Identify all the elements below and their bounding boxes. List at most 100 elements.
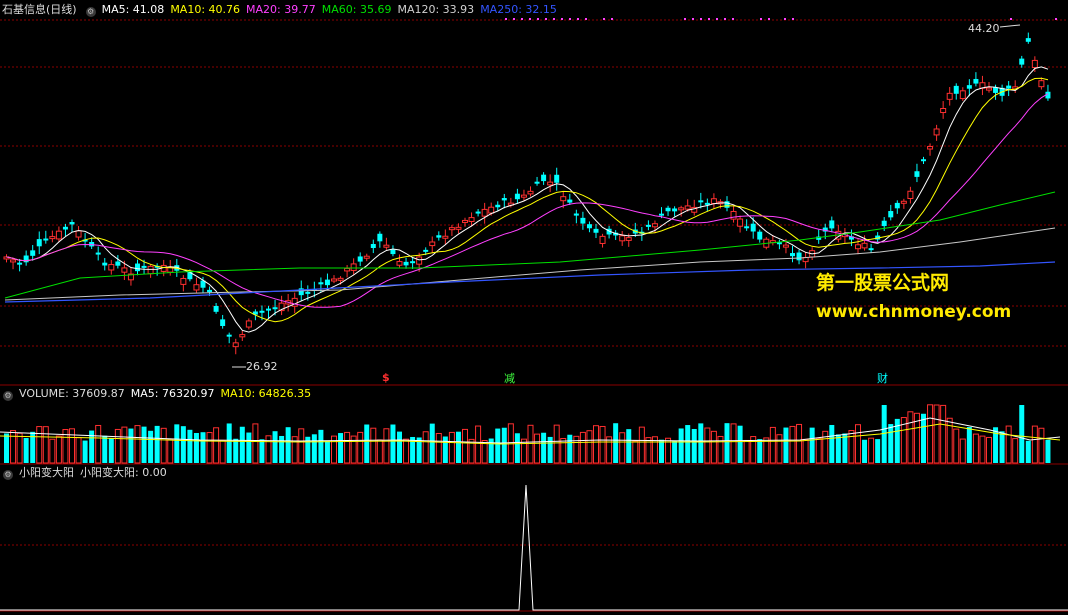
signal-tick xyxy=(760,18,762,20)
indicator-settings-icon[interactable]: ⚙ xyxy=(3,470,13,480)
candle-body xyxy=(684,205,691,210)
volume-bar xyxy=(75,437,82,464)
high-price-label: 44.20 xyxy=(968,22,1000,35)
volume-bar xyxy=(364,424,370,463)
candle-body xyxy=(933,128,940,136)
settings-icon[interactable]: ⚙ xyxy=(85,7,96,17)
candle-body xyxy=(547,181,554,186)
candle-body xyxy=(17,262,23,265)
signal-tick xyxy=(768,18,770,20)
volume-bar xyxy=(829,424,835,463)
candle-body xyxy=(861,242,868,249)
volume-label: VOLUME: 37609.87 xyxy=(19,387,125,400)
volume-bar xyxy=(495,428,501,463)
volume-bar xyxy=(435,432,442,464)
volume-bar xyxy=(272,431,278,463)
candle-body xyxy=(30,250,36,256)
candle-body xyxy=(659,213,664,216)
candle-body xyxy=(534,181,540,184)
volume-bar xyxy=(121,426,128,464)
signal-tick xyxy=(505,18,507,20)
candle-body xyxy=(305,291,311,294)
volume-bar xyxy=(16,432,23,464)
candle-body xyxy=(481,208,488,217)
volume-settings-icon[interactable]: ⚙ xyxy=(3,391,13,401)
candle-body xyxy=(796,252,802,261)
volume-bar xyxy=(455,431,461,463)
candle-body xyxy=(946,92,953,100)
volume-bar xyxy=(769,426,776,464)
candle-body xyxy=(541,174,547,182)
candle-body xyxy=(750,223,756,232)
ma60-label: MA60: 35.69 xyxy=(321,3,392,16)
candle-body xyxy=(744,226,750,229)
candle-body xyxy=(318,282,324,285)
volume-bar xyxy=(403,438,410,464)
candle-body xyxy=(698,200,704,203)
dividend-marker[interactable]: $ xyxy=(382,371,390,384)
candle-body xyxy=(36,239,42,247)
candle-body xyxy=(468,217,475,222)
volume-bar xyxy=(1019,405,1025,463)
signal-tick xyxy=(585,18,587,20)
signal-tick xyxy=(792,18,794,20)
candle-body xyxy=(226,334,232,337)
volume-bar xyxy=(776,434,783,464)
volume-bar xyxy=(429,423,435,463)
signal-tick xyxy=(700,18,702,20)
volume-bar xyxy=(1031,425,1038,464)
volume-bar xyxy=(331,435,337,464)
volume-bar xyxy=(344,431,351,464)
candle-body xyxy=(410,261,416,264)
volume-bar xyxy=(148,430,154,463)
volume-bar xyxy=(579,431,586,464)
candle-body xyxy=(1038,80,1045,88)
volume-bar xyxy=(685,425,691,463)
candle-body xyxy=(416,256,423,265)
volume-bar xyxy=(737,425,743,463)
signal-tick xyxy=(577,18,579,20)
volume-bar xyxy=(638,426,645,464)
signal-tick xyxy=(784,18,786,20)
candle-body xyxy=(108,264,115,271)
reduce-marker[interactable]: 减 xyxy=(504,370,515,386)
candle-body xyxy=(573,213,579,216)
volume-bar xyxy=(659,439,664,463)
candle-body xyxy=(462,219,468,223)
candle-body xyxy=(894,202,900,209)
candle-body xyxy=(337,277,344,281)
candle-body xyxy=(927,146,934,150)
signal-tick xyxy=(716,18,718,20)
candle-body xyxy=(383,244,390,248)
candle-body xyxy=(115,261,121,266)
candle-body xyxy=(423,249,429,252)
volume-bar xyxy=(383,428,390,464)
volume-bar xyxy=(599,425,606,464)
volume-bar xyxy=(848,430,855,464)
volume-bar xyxy=(553,424,560,464)
volume-bar xyxy=(815,437,822,464)
volume-bar xyxy=(567,434,573,463)
ma20-label: MA20: 39.77 xyxy=(246,3,316,16)
volume-bar xyxy=(36,426,43,464)
volume-bar xyxy=(921,413,926,463)
volume-legend: ⚙ VOLUME: 37609.87 MA5: 76320.97 MA10: 6482… xyxy=(0,386,317,402)
volume-bar xyxy=(200,432,206,463)
stock-title: 石基信息(日线) xyxy=(2,3,77,16)
volume-bar xyxy=(422,431,429,464)
volume-bar xyxy=(972,433,979,464)
candle-body xyxy=(724,201,730,208)
candle-body xyxy=(55,230,62,240)
volume-bar xyxy=(959,438,966,464)
candle-body xyxy=(1031,59,1038,69)
volume-bar xyxy=(560,437,567,464)
volume-bar xyxy=(252,423,259,464)
candle-body xyxy=(147,265,154,275)
volume-bar xyxy=(95,424,102,464)
volume-bar xyxy=(298,428,305,464)
volume-bar xyxy=(514,433,520,463)
volume-bar xyxy=(986,436,992,464)
volume-bar xyxy=(318,429,324,463)
finance-marker[interactable]: 财 xyxy=(877,370,888,386)
volume-bar xyxy=(187,429,193,463)
